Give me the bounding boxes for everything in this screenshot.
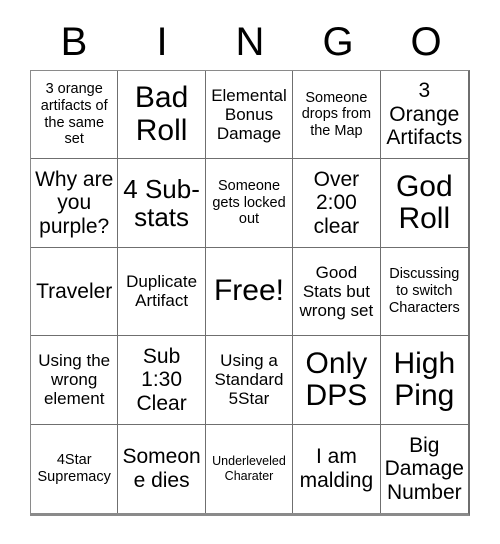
bingo-cell-label: 3 orange artifacts of the same set [40,81,108,148]
bingo-cell-r2c2[interactable]: 4 Sub-stats [118,159,206,248]
bingo-cell-r1c2[interactable]: Bad Roll [118,71,206,160]
bingo-cell-r2c4[interactable]: Over 2:00 clear [293,159,381,248]
bingo-header-letter-g: G [322,20,354,64]
bingo-cell-label: Over 2:00 clear [313,167,360,238]
bingo-header-letter-b: B [60,20,88,64]
bingo-cell-r3c1[interactable]: Traveler [31,247,119,337]
bingo-cell-r1c5[interactable]: 3 Orange Artifacts [380,71,468,160]
bingo-cell-label: Underleveled Charater [212,454,286,483]
bingo-cell-r4c4[interactable]: Only DPS [293,336,381,425]
bingo-cell-r3c5[interactable]: Discussing to switch Characters [380,247,468,337]
bingo-cell-r3c4[interactable]: Good Stats but wrong set [293,247,381,337]
bingo-cell-r5c2[interactable]: Someone dies [118,424,206,513]
bingo-cell-label: Traveler [36,279,113,303]
bingo-cell-r5c5[interactable]: Big Damage Number [380,424,468,513]
bingo-cell-label: Good Stats but wrong set [299,262,374,321]
bingo-cell-r4c5[interactable]: High Ping [380,336,468,425]
bingo-cell-r2c1[interactable]: Why are you purple? [31,159,119,248]
bingo-cell-r5c4[interactable]: I am malding [293,424,381,513]
bingo-header-letter-o: O [410,20,442,64]
bingo-cell-r2c3[interactable]: Someone gets locked out [205,159,294,248]
bingo-cell-label: Using a Standard 5Star [214,351,284,409]
bingo-header-letter-n: N [235,20,265,64]
bingo-cell-label: Elemental Bonus Damage [211,85,287,144]
bingo-cell-label: 4Star Supremacy [37,452,111,485]
bingo-grid: 3 orange artifacts of the same set Bad Ro… [30,70,470,516]
bingo-cell-label: Discussing to switch Characters [388,266,460,316]
bingo-cell-label: 4 Sub-stats [123,173,200,233]
bingo-cell-r4c2[interactable]: Sub 1:30 Clear [118,336,206,425]
bingo-cell-r1c3[interactable]: Elemental Bonus Damage [205,71,294,160]
bingo-cell-r5c3[interactable]: Underleveled Charater [205,424,294,513]
bingo-cell-r3c3[interactable]: Free! [205,247,294,337]
bingo-cell-r4c1[interactable]: Using the wrong element [31,336,119,425]
bingo-cell-r1c4[interactable]: Someone drops from the Map [293,71,381,160]
bingo-cell-label: Someone gets locked out [212,178,286,228]
bingo-cell-label: Bad Roll [134,81,189,147]
bingo-cell-label: Only DPS [305,346,368,412]
bingo-cell-label: Someone dies [122,445,201,492]
bingo-cell-label: Big Damage Number [384,433,464,504]
bingo-card-page: B I N G O 3 orange artifacts of the same… [0,0,500,544]
bingo-cell-label: High Ping [393,346,456,412]
bingo-cell-label: Someone drops from the Map [301,89,372,140]
bingo-cell-label: I am malding [299,445,374,492]
bingo-cell-label: Duplicate Artifact [126,272,198,311]
bingo-cell-r5c1[interactable]: 4Star Supremacy [31,424,119,513]
bingo-cell-label: 3 Orange Artifacts [386,79,463,150]
bingo-header-letter-i: I [156,20,168,64]
bingo-cell-r2c5[interactable]: God Roll [380,159,468,248]
bingo-cell-r3c2[interactable]: Duplicate Artifact [118,247,206,337]
bingo-cell-label: God Roll [395,169,453,236]
bingo-header-row: B I N G O [30,14,470,70]
bingo-cell-r1c1[interactable]: 3 orange artifacts of the same set [31,71,119,160]
bingo-cell-r4c3[interactable]: Using a Standard 5Star [205,336,294,425]
bingo-cell-label: Sub 1:30 Clear [136,344,187,415]
bingo-cell-label: Why are you purple? [35,167,114,238]
bingo-cell-label: Using the wrong element [38,351,111,409]
bingo-cell-label: Free! [213,274,284,308]
